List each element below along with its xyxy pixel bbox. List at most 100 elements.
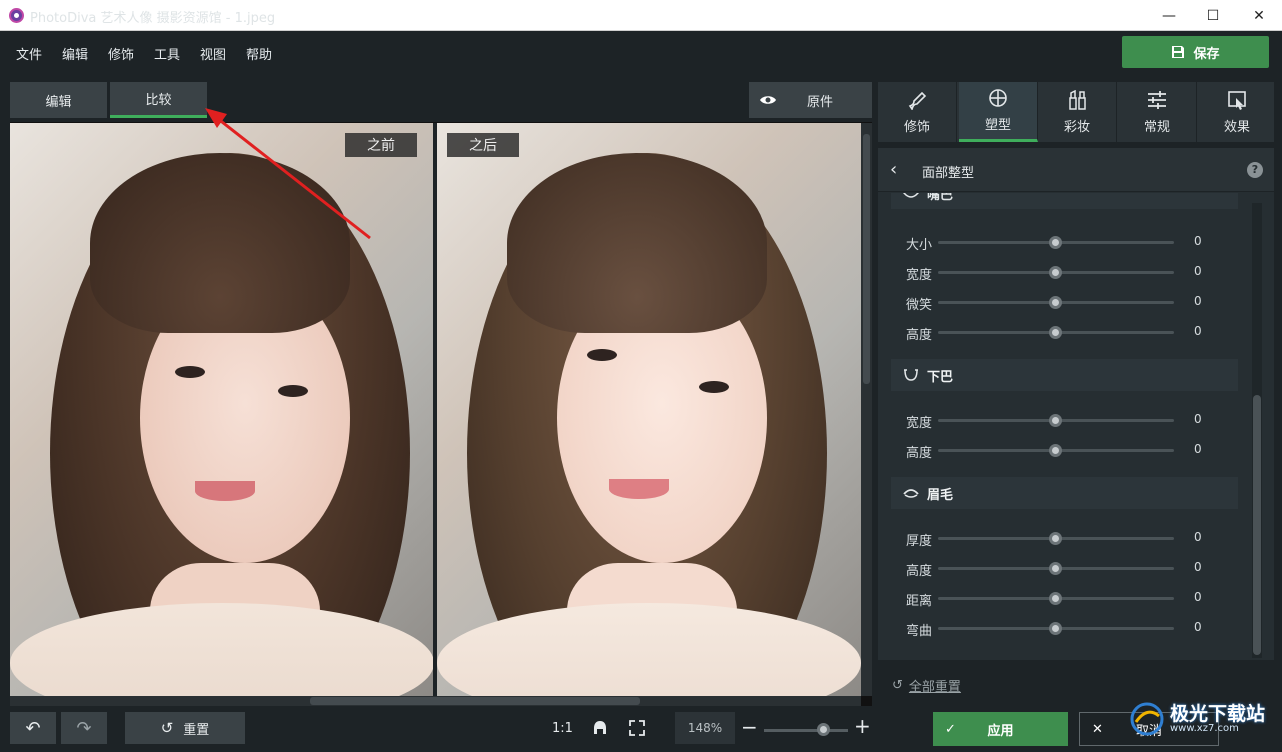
menu-edit[interactable]: 编辑: [62, 44, 88, 63]
slider-knob[interactable]: [1049, 592, 1062, 605]
menu-view[interactable]: 视图: [200, 44, 226, 63]
tool-makeup-label: 彩妆: [1063, 119, 1090, 135]
slider-brow-curve[interactable]: 弯曲 0: [906, 618, 1216, 639]
slider-label: 大小: [906, 238, 933, 253]
slider-knob[interactable]: [1049, 444, 1062, 457]
effects-icon: [1228, 90, 1246, 110]
panel-scroll-thumb[interactable]: [1253, 395, 1261, 655]
zoom-in-icon[interactable]: +: [854, 714, 871, 738]
slider-value: 0: [1194, 620, 1202, 634]
slider-brow-height[interactable]: 高度 0: [906, 558, 1216, 579]
slider-label: 高度: [906, 564, 933, 579]
check-icon: ✓: [945, 721, 956, 737]
slider-value: 0: [1194, 442, 1202, 456]
redo-button[interactable]: ↷: [61, 712, 107, 744]
slider-label: 距离: [906, 594, 933, 609]
close-window-button[interactable]: ✕: [1236, 0, 1282, 31]
menu-file[interactable]: 文件: [16, 44, 42, 63]
sliders-icon: [1148, 90, 1166, 109]
slider-value: 0: [1194, 234, 1202, 248]
slider-mouth-height[interactable]: 高度 0: [906, 322, 1216, 343]
tool-reshape[interactable]: 塑型: [959, 82, 1038, 142]
slider-mouth-smile[interactable]: 微笑 0: [906, 292, 1216, 313]
adjustment-panel: [878, 148, 1274, 660]
slider-knob[interactable]: [1049, 236, 1062, 249]
floppy-disk-icon: [1172, 46, 1185, 58]
reset-icon: ↺: [892, 678, 903, 693]
face-fit-icon[interactable]: [591, 719, 609, 737]
apply-button[interactable]: ✓ 应用: [933, 712, 1068, 746]
slider-mouth-size[interactable]: 大小 0: [906, 232, 1216, 253]
back-arrow-icon[interactable]: ‹: [890, 159, 897, 180]
section-chin-title: 下巴: [927, 369, 954, 385]
chin-icon: [904, 369, 918, 381]
after-image: 之后: [437, 123, 861, 696]
tool-reshape-label: 塑型: [984, 118, 1011, 133]
eye-shape-icon: [903, 489, 919, 498]
slider-value: 0: [1194, 590, 1202, 604]
slider-label: 宽度: [906, 416, 933, 431]
slider-brow-distance[interactable]: 距离 0: [906, 588, 1216, 609]
compare-divider[interactable]: [433, 123, 437, 696]
slider-chin-width[interactable]: 宽度 0: [906, 410, 1216, 431]
slider-knob[interactable]: [1049, 562, 1062, 575]
slider-knob[interactable]: [1049, 326, 1062, 339]
app-logo-icon: [9, 8, 24, 23]
slider-value: 0: [1194, 530, 1202, 544]
slider-brow-thickness[interactable]: 厚度 0: [906, 528, 1216, 549]
slider-knob[interactable]: [1049, 414, 1062, 427]
horizontal-scroll-thumb[interactable]: [310, 697, 640, 705]
actual-size-button[interactable]: 1:1: [552, 721, 573, 736]
reset-all-button[interactable]: ↺ 全部重置: [892, 676, 961, 695]
section-mouth-header[interactable]: 嘴巴: [891, 193, 1238, 213]
reset-button[interactable]: ↺ 重置: [125, 712, 245, 744]
slider-value: 0: [1194, 264, 1202, 278]
annotation-arrow: [205, 108, 371, 240]
slider-value: 0: [1194, 412, 1202, 426]
undo-button[interactable]: ↶: [10, 712, 56, 744]
section-eyebrows-header[interactable]: 眉毛: [891, 477, 1238, 509]
eye-icon: [760, 96, 776, 104]
watermark-url: www.xz7.com: [1170, 722, 1239, 734]
slider-value: 0: [1194, 294, 1202, 308]
vertical-scroll-thumb[interactable]: [863, 134, 870, 384]
undo-icon: ↶: [25, 717, 41, 739]
slider-label: 高度: [906, 446, 933, 461]
slider-knob[interactable]: [1049, 532, 1062, 545]
original-button[interactable]: 原件: [749, 82, 872, 118]
tab-edit[interactable]: 编辑: [10, 82, 107, 118]
slider-label: 微笑: [906, 298, 933, 313]
redo-icon: ↷: [76, 717, 92, 739]
slider-value: 0: [1194, 560, 1202, 574]
close-icon: ✕: [1092, 721, 1103, 737]
slider-mouth-width[interactable]: 宽度 0: [906, 262, 1216, 283]
slider-label: 高度: [906, 328, 933, 343]
maximize-button[interactable]: ☐: [1190, 0, 1236, 31]
slider-knob[interactable]: [1049, 296, 1062, 309]
after-label: 之后: [447, 133, 519, 157]
tool-makeup[interactable]: 彩妆: [1038, 82, 1117, 142]
menu-retouch[interactable]: 修饰: [108, 44, 134, 63]
menu-help[interactable]: 帮助: [246, 44, 272, 63]
save-button[interactable]: 保存: [1122, 36, 1269, 68]
tool-general[interactable]: 常规: [1118, 82, 1197, 142]
fit-screen-icon[interactable]: [628, 719, 646, 737]
mouth-icon: [903, 193, 919, 198]
section-chin-header[interactable]: 下巴: [891, 359, 1238, 391]
slider-value: 0: [1194, 324, 1202, 338]
minimize-button[interactable]: —: [1146, 0, 1192, 31]
zoom-level[interactable]: 148%: [675, 712, 735, 744]
tool-retouch[interactable]: 修饰: [878, 82, 957, 142]
menu-tools[interactable]: 工具: [154, 44, 180, 63]
tool-effects[interactable]: 效果: [1198, 82, 1277, 142]
slider-knob[interactable]: [1049, 622, 1062, 635]
slider-knob[interactable]: [1049, 266, 1062, 279]
help-icon[interactable]: ?: [1247, 162, 1263, 178]
zoom-slider-knob[interactable]: [816, 723, 830, 736]
zoom-out-icon[interactable]: −: [741, 715, 758, 739]
zoom-slider[interactable]: [764, 729, 848, 732]
slider-label: 宽度: [906, 268, 933, 283]
reshape-icon: [989, 89, 1007, 107]
slider-chin-height[interactable]: 高度 0: [906, 440, 1216, 461]
tab-compare[interactable]: 比较: [110, 82, 207, 118]
